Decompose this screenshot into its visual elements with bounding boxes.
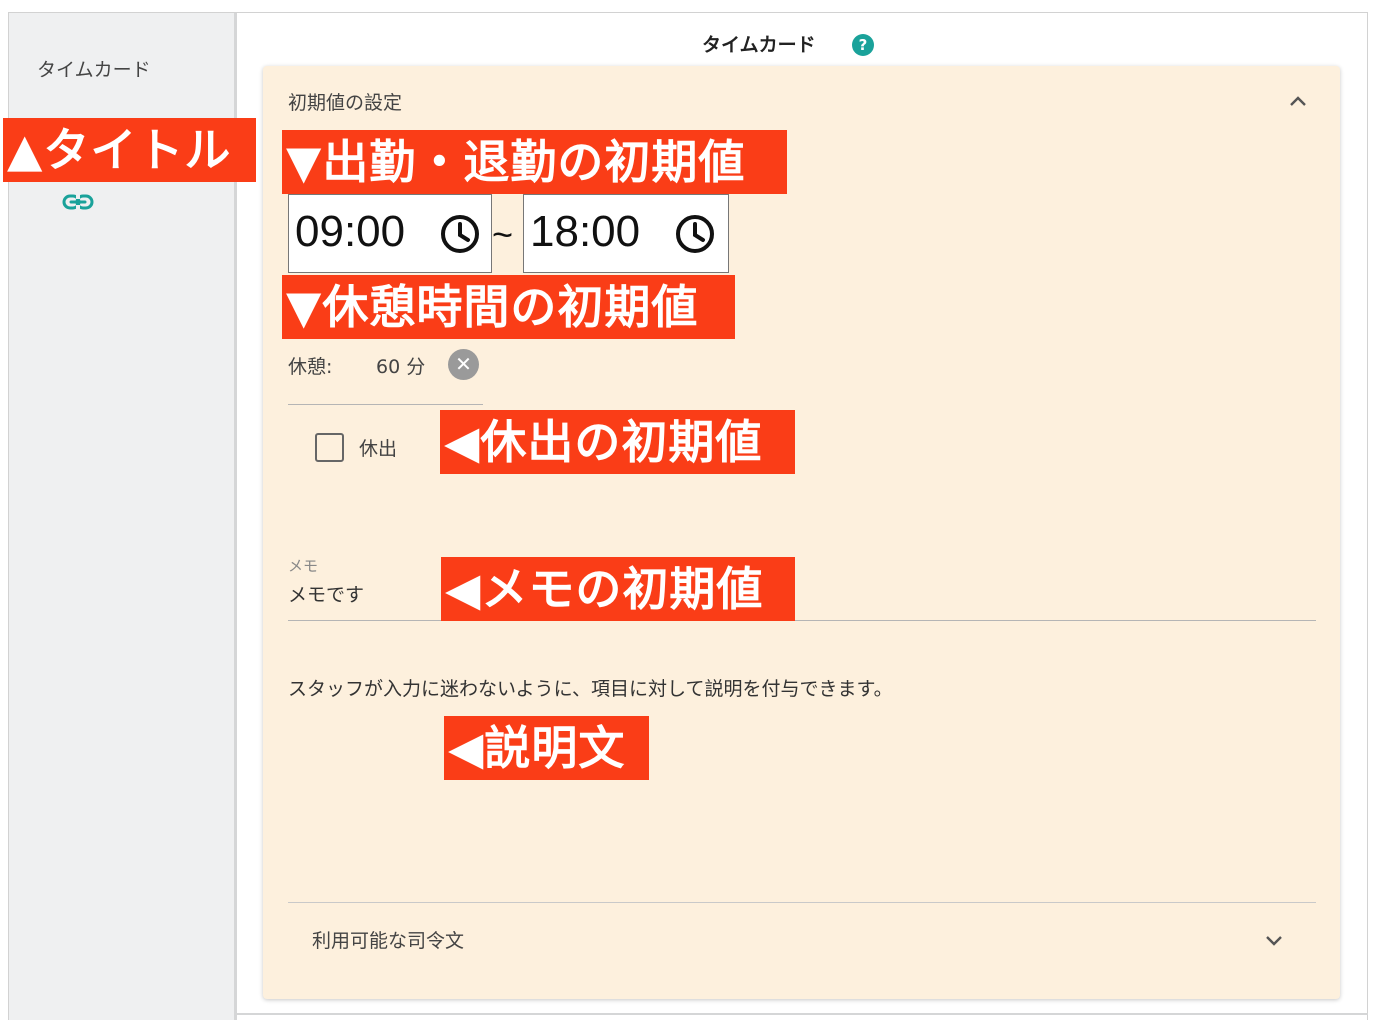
annotation-title: ▲タイトル	[3, 118, 256, 182]
memo-label: メモ	[288, 557, 319, 575]
start-time-value: 09:00	[295, 207, 406, 256]
chevron-down-icon[interactable]	[1264, 934, 1284, 948]
holiday-checkbox-label[interactable]: 休出	[359, 434, 397, 461]
divider	[288, 902, 1316, 903]
break-underline	[288, 404, 483, 405]
annotation-work-time: ▼出勤・退勤の初期値	[282, 130, 787, 194]
chevron-up-icon[interactable]	[1288, 94, 1308, 108]
description-text: スタッフが入力に迷わないように、項目に対して説明を付与できます。	[288, 678, 893, 700]
annotation-memo: ◀メモの初期値	[441, 557, 795, 621]
sidebar-title: タイムカード	[37, 59, 151, 81]
holiday-checkbox[interactable]	[315, 433, 344, 462]
available-commands-toggle[interactable]: 利用可能な司令文	[312, 926, 464, 953]
range-separator: ~	[492, 214, 514, 255]
clear-icon[interactable]: ✕	[448, 349, 479, 380]
link-icon[interactable]	[62, 192, 94, 212]
annotation-holiday: ◀休出の初期値	[440, 410, 795, 474]
clock-icon[interactable]	[674, 213, 716, 255]
help-icon[interactable]: ?	[852, 34, 874, 56]
start-time-input[interactable]: 09:00	[288, 194, 492, 273]
clock-icon[interactable]	[439, 213, 481, 255]
end-time-value: 18:00	[530, 207, 641, 256]
bottom-border	[237, 1013, 1368, 1015]
memo-input[interactable]: メモです	[288, 580, 364, 607]
break-label: 休憩:	[288, 356, 333, 378]
card-title[interactable]: 初期値の設定	[288, 88, 402, 115]
annotation-description: ◀説明文	[444, 716, 649, 780]
break-input[interactable]: 60 分	[376, 352, 425, 379]
page-title: タイムカード	[702, 34, 816, 56]
annotation-break-time: ▼休憩時間の初期値	[282, 275, 735, 339]
end-time-input[interactable]: 18:00	[523, 194, 729, 273]
